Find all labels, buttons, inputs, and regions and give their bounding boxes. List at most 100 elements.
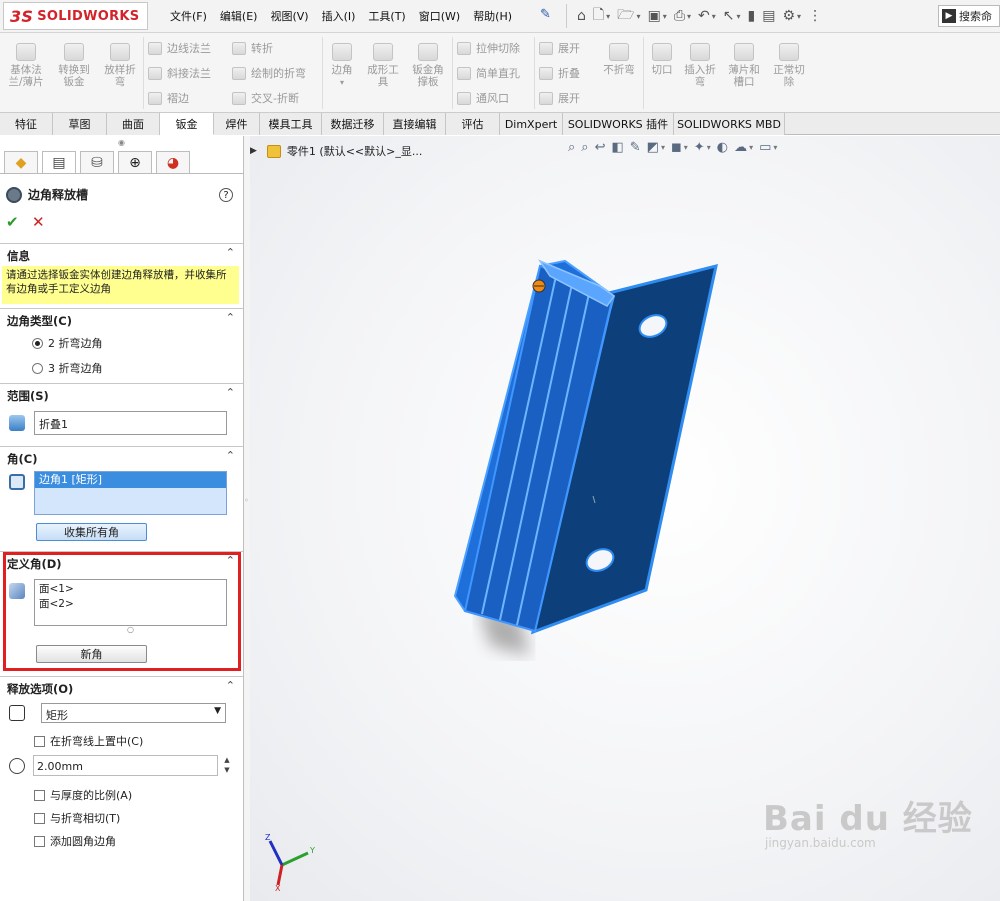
home-icon[interactable]: ⌂	[577, 8, 586, 24]
normal-cut-button[interactable]: 正常切 除	[768, 43, 810, 88]
vent-label: 通风口	[476, 92, 509, 105]
undo-icon[interactable]: ↶	[698, 8, 710, 24]
menu-window[interactable]: 窗口(W)	[419, 8, 460, 24]
scope-title: 范围(S)	[7, 389, 49, 403]
collapse-caret-icon[interactable]: ⌃	[226, 449, 235, 462]
chevron-down-icon[interactable]: ▾	[712, 12, 716, 21]
graphics-viewport[interactable]: ▶ 零件1 (默认<<默认>_显... ⌕ ⌕ ↩ ◧ ✎ ◩ ▾ ◼ ▾ ✦ ▾ ◐ …	[250, 136, 1000, 901]
menu-insert[interactable]: 插入(I)	[322, 8, 356, 24]
vent-button[interactable]: 通风口	[457, 90, 509, 106]
chevron-down-icon[interactable]: ▾	[637, 12, 641, 21]
sheet-metal-part-model[interactable]	[250, 136, 1000, 901]
hem-icon	[148, 91, 162, 105]
corner-list-item[interactable]: 边角1 [矩形]	[35, 472, 226, 488]
more-icon[interactable]: ⋮	[808, 8, 822, 24]
tab-solidworks-mbd[interactable]: SOLIDWORKS MBD	[674, 113, 785, 135]
scope-body-field[interactable]: 折叠1	[34, 411, 227, 435]
base-flange-button[interactable]: 基体法 兰/薄片	[6, 43, 46, 88]
unfold-button[interactable]: 展开	[539, 40, 580, 56]
lofted-bend-button[interactable]: 放样折 弯	[100, 43, 140, 88]
cross-break-button[interactable]: 交叉-折断	[232, 90, 299, 106]
file-properties-icon[interactable]: ▤	[762, 8, 775, 24]
rebuild-icon[interactable]: ▮	[748, 8, 756, 24]
options-gear-icon[interactable]: ⚙	[782, 8, 795, 24]
feature-manager-tab-icon[interactable]: ◆	[4, 151, 38, 173]
property-manager-tab-icon[interactable]: ▤	[42, 151, 76, 173]
open-icon[interactable]: 🗁	[617, 4, 634, 28]
spin-down-icon[interactable]: ▼	[221, 765, 233, 775]
corners-button[interactable]: 边角 ▾	[326, 43, 358, 89]
cancel-x-button[interactable]: ✕	[32, 213, 45, 231]
tab-dimxpert[interactable]: DimXpert	[500, 113, 563, 135]
simple-hole-button[interactable]: 简单直孔	[457, 65, 520, 81]
add-fillet-corners-checkbox[interactable]: 添加圆角边角	[34, 833, 116, 849]
print-icon[interactable]: ⎙	[674, 8, 685, 24]
dimxpert-manager-tab-icon[interactable]: ⊕	[118, 151, 152, 173]
rip-button[interactable]: 切口	[647, 43, 677, 76]
fold-button[interactable]: 折叠	[539, 65, 580, 81]
convert-to-sheet-metal-button[interactable]: 转换到 钣金	[54, 43, 94, 88]
tab-sheet-metal[interactable]: 钣金	[160, 113, 214, 135]
menu-view[interactable]: 视图(V)	[270, 8, 308, 24]
sketched-bend-button[interactable]: 绘制的折弯	[232, 65, 306, 81]
forming-tool-button[interactable]: 成形工 具	[363, 43, 403, 88]
menu-edit[interactable]: 编辑(E)	[220, 8, 258, 24]
corner-type-title: 边角类型(C)	[7, 314, 72, 328]
extruded-cut-button[interactable]: 拉伸切除	[457, 40, 520, 56]
radio-3-bend-corner[interactable]: 3 折弯边角	[32, 360, 103, 376]
tab-solidworks-addins[interactable]: SOLIDWORKS 插件	[563, 113, 674, 135]
chevron-down-icon[interactable]: ▾	[737, 12, 741, 21]
tab-sketch[interactable]: 草图	[53, 113, 107, 135]
new-document-icon[interactable]: 🗋	[593, 4, 604, 28]
solidworks-logo[interactable]: 3S SOLIDWORKS	[3, 2, 148, 30]
miter-flange-button[interactable]: 斜接法兰	[148, 65, 211, 81]
tangent-to-bend-checkbox[interactable]: 与折弯相切(T)	[34, 810, 120, 826]
spin-up-icon[interactable]: ▲	[221, 755, 233, 765]
collapse-caret-icon[interactable]: ⌃	[226, 679, 235, 692]
configuration-manager-tab-icon[interactable]: ⛁	[80, 151, 114, 173]
search-box[interactable]: ▶ 搜索命	[938, 5, 1000, 27]
chevron-down-icon[interactable]: ▾	[606, 12, 610, 21]
tab-features[interactable]: 特征	[0, 113, 53, 135]
select-icon[interactable]: ↖	[723, 8, 735, 24]
tab-weldments[interactable]: 焊件	[214, 113, 260, 135]
tab-surfaces[interactable]: 曲面	[107, 113, 160, 135]
tab-evaluate[interactable]: 评估	[446, 113, 500, 135]
menu-help[interactable]: 帮助(H)	[473, 8, 512, 24]
insert-bends-button[interactable]: 插入折 弯	[680, 43, 720, 88]
relief-size-input[interactable]: 2.00mm	[33, 755, 218, 776]
collapse-caret-icon[interactable]: ⌃	[226, 246, 235, 259]
tab-mold-tools[interactable]: 模具工具	[260, 113, 322, 135]
chevron-down-icon[interactable]: ▾	[663, 12, 667, 21]
chevron-down-icon[interactable]: ▾	[687, 12, 691, 21]
edge-flange-button[interactable]: 边线法兰	[148, 40, 211, 56]
ratio-to-thickness-checkbox[interactable]: 与厚度的比例(A)	[34, 787, 132, 803]
ok-checkmark-button[interactable]: ✔	[6, 213, 19, 231]
menu-tools[interactable]: 工具(T)	[368, 8, 405, 24]
spin-arrows[interactable]: ▲ ▼	[221, 755, 233, 776]
corners-listbox[interactable]: 边角1 [矩形]	[34, 471, 227, 515]
sheet-metal-gusset-button[interactable]: 钣金角 撑板	[407, 43, 449, 88]
center-on-bend-checkbox[interactable]: 在折弯线上置中(C)	[34, 733, 143, 749]
reference-triad[interactable]: Y Z X	[258, 831, 318, 891]
jog-button[interactable]: 转折	[232, 40, 273, 56]
chevron-down-icon[interactable]: ▾	[797, 12, 801, 21]
hem-button[interactable]: 褶边	[148, 90, 189, 106]
help-icon[interactable]: ?	[219, 188, 233, 202]
insert-bends-label: 插入折 弯	[684, 64, 716, 88]
collapse-caret-icon[interactable]: ⌃	[226, 386, 235, 399]
save-icon[interactable]: ▣	[648, 8, 661, 24]
menu-file[interactable]: 文件(F)	[170, 8, 207, 24]
tab-direct-editing[interactable]: 直接编辑	[384, 113, 446, 135]
tab-data-migration[interactable]: 数据迁移	[322, 113, 384, 135]
tab-and-slot-button[interactable]: 薄片和 槽口	[724, 43, 764, 88]
no-bends-button[interactable]: 不折弯	[599, 43, 639, 76]
display-manager-tab-icon[interactable]: ◕	[156, 151, 190, 173]
radio-2-bend-corner[interactable]: 2 折弯边角	[32, 335, 103, 351]
pin-icon[interactable]: ✎	[540, 7, 551, 22]
collect-all-corners-button[interactable]: 收集所有角	[36, 523, 147, 541]
corners-title: 角(C)	[7, 452, 38, 466]
collapse-caret-icon[interactable]: ⌃	[226, 311, 235, 324]
flatten-button[interactable]: 展开	[539, 90, 580, 106]
relief-type-dropdown[interactable]: 矩形 ▼	[41, 703, 226, 723]
